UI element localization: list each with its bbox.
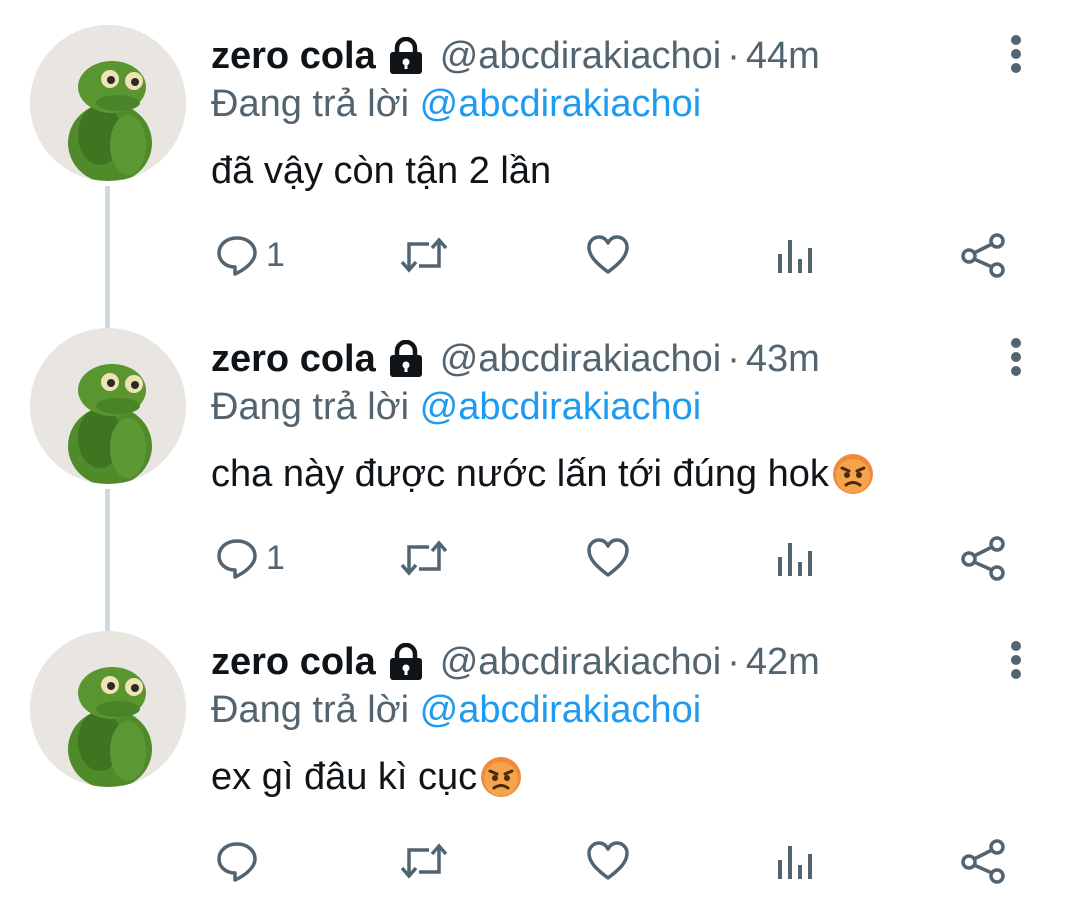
action-bar: 1 [0, 533, 1080, 583]
lock-icon [386, 36, 426, 75]
analytics-button[interactable] [775, 533, 815, 583]
more-vertical-icon[interactable] [1003, 334, 1029, 384]
action-bar: 1 [0, 230, 1080, 280]
replying-to-label: Đang trả lời [211, 689, 410, 731]
heart-icon [587, 235, 629, 274]
replying-to: Đang trả lời @abcdirakiachoi [211, 83, 701, 126]
tweet-text-content: đã vậy còn tận 2 lần [211, 149, 552, 192]
replying-to: Đang trả lời @abcdirakiachoi [211, 386, 701, 429]
tweet[interactable]: zero cola @abcdirakiachoi · 43m Đang trả… [0, 303, 1080, 606]
retweet-button[interactable] [399, 836, 449, 886]
tweet-text: ex gì đâu kì cục [211, 751, 523, 803]
mention-link[interactable]: @abcdirakiachoi [420, 689, 702, 731]
tweet-header: zero cola @abcdirakiachoi · 43m [211, 334, 820, 384]
like-button[interactable] [585, 836, 631, 886]
avatar-image [30, 631, 186, 787]
reply-button[interactable] [214, 836, 266, 886]
retweet-button[interactable] [399, 230, 449, 280]
retweet-icon [400, 540, 448, 576]
analytics-icon [778, 240, 812, 273]
timestamp[interactable]: 43m [746, 338, 820, 381]
like-button[interactable] [585, 533, 631, 583]
user-handle[interactable]: @abcdirakiachoi [440, 35, 722, 78]
pouting-face-emoji [831, 452, 875, 496]
action-bar [0, 836, 1080, 886]
heart-icon [587, 841, 629, 880]
reply-button[interactable]: 1 [214, 230, 285, 280]
analytics-icon [778, 543, 812, 576]
more-vertical-icon[interactable] [1003, 637, 1029, 687]
user-handle[interactable]: @abcdirakiachoi [440, 641, 722, 684]
tweet[interactable]: zero cola @abcdirakiachoi · 42m Đang trả… [0, 606, 1080, 909]
share-button[interactable] [960, 533, 1006, 583]
lock-icon [386, 642, 426, 681]
retweet-button[interactable] [399, 533, 449, 583]
reply-icon [217, 842, 257, 882]
tweet[interactable]: zero cola @abcdirakiachoi · 44m Đang trả… [0, 0, 1080, 303]
tweet-text-content: cha này được nước lấn tới đúng hok [211, 452, 829, 495]
mention-link[interactable]: @abcdirakiachoi [420, 386, 702, 428]
analytics-button[interactable] [775, 230, 815, 280]
reply-icon [217, 236, 257, 276]
separator-dot: · [727, 337, 740, 380]
replying-to-label: Đang trả lời [211, 83, 410, 125]
reply-count: 1 [266, 235, 285, 274]
analytics-button[interactable] [775, 836, 815, 886]
like-button[interactable] [585, 230, 631, 280]
tweet-text-content: ex gì đâu kì cục [211, 755, 478, 798]
timestamp[interactable]: 42m [746, 641, 820, 684]
timestamp[interactable]: 44m [746, 35, 820, 78]
user-handle[interactable]: @abcdirakiachoi [440, 338, 722, 381]
share-icon [961, 233, 1005, 278]
tweet-header: zero cola @abcdirakiachoi · 44m [211, 31, 820, 81]
heart-icon [587, 538, 629, 577]
avatar[interactable] [30, 328, 186, 484]
tweet-header: zero cola @abcdirakiachoi · 42m [211, 637, 820, 687]
share-icon [961, 839, 1005, 884]
reply-count: 1 [266, 538, 285, 577]
tweet-text: đã vậy còn tận 2 lần [211, 147, 551, 195]
replying-to: Đang trả lời @abcdirakiachoi [211, 689, 701, 732]
avatar-image [30, 25, 186, 181]
lock-icon [386, 339, 426, 378]
analytics-icon [778, 846, 812, 879]
reply-icon [217, 539, 257, 579]
display-name[interactable]: zero cola [211, 338, 376, 381]
mention-link[interactable]: @abcdirakiachoi [420, 83, 702, 125]
retweet-icon [400, 237, 448, 273]
separator-dot: · [727, 640, 740, 683]
share-icon [961, 536, 1005, 581]
reply-button[interactable]: 1 [214, 533, 285, 583]
display-name[interactable]: zero cola [211, 35, 376, 78]
avatar[interactable] [30, 631, 186, 787]
retweet-icon [400, 843, 448, 879]
avatar[interactable] [30, 25, 186, 181]
pouting-face-emoji [479, 755, 523, 799]
avatar-image [30, 328, 186, 484]
replying-to-label: Đang trả lời [211, 386, 410, 428]
share-button[interactable] [960, 230, 1006, 280]
more-vertical-icon[interactable] [1003, 31, 1029, 81]
display-name[interactable]: zero cola [211, 641, 376, 684]
tweet-text: cha này được nước lấn tới đúng hok [211, 448, 875, 500]
share-button[interactable] [960, 836, 1006, 886]
separator-dot: · [727, 34, 740, 77]
